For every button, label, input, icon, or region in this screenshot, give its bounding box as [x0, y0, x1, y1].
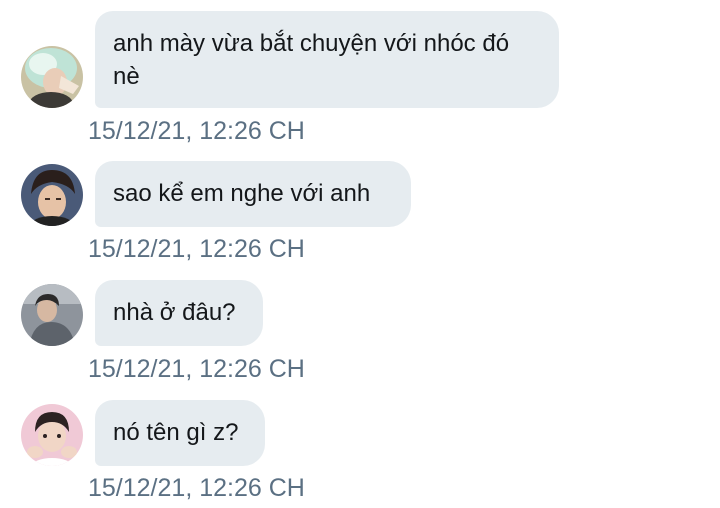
message-text: anh mày vừa bắt chuyện với nhóc đó nè [113, 30, 510, 90]
avatar[interactable] [21, 284, 83, 346]
message-bubble[interactable]: sao kể em nghe với anh [95, 161, 411, 227]
avatar-pink-background-icon [21, 404, 83, 466]
chat-thread: anh mày vừa bắt chuyện với nhóc đó nè 15… [0, 0, 720, 508]
message-bubble[interactable]: nó tên gì z? [95, 400, 265, 466]
avatar-light-hair-icon [21, 46, 83, 108]
message-timestamp: 15/12/21, 12:26 CH [88, 117, 305, 145]
avatar-dark-hair-icon [21, 164, 83, 226]
avatar[interactable] [21, 46, 83, 108]
message-text: nó tên gì z? [113, 419, 239, 446]
message-bubble[interactable]: anh mày vừa bắt chuyện với nhóc đó nè [95, 11, 559, 108]
avatar[interactable] [21, 404, 83, 466]
avatar[interactable] [21, 164, 83, 226]
message-text: nhà ở đâu? [113, 299, 236, 326]
message-bubble[interactable]: nhà ở đâu? [95, 280, 263, 346]
avatar-grey-outfit-icon [21, 284, 83, 346]
message-timestamp: 15/12/21, 12:26 CH [88, 235, 305, 263]
message-timestamp: 15/12/21, 12:26 CH [88, 355, 305, 383]
message-timestamp: 15/12/21, 12:26 CH [88, 474, 305, 502]
message-text: sao kể em nghe với anh [113, 180, 371, 207]
